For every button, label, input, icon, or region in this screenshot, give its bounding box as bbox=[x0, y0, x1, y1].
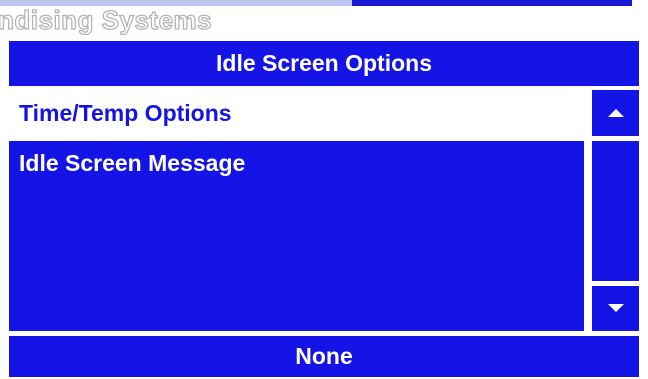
page-title: Idle Screen Options bbox=[9, 41, 639, 86]
menu-item-time-temp-options[interactable]: Time/Temp Options bbox=[9, 86, 584, 140]
scroll-up-button[interactable] bbox=[592, 90, 639, 136]
top-strip-dark-segment bbox=[352, 0, 632, 6]
triangle-up-icon bbox=[608, 109, 624, 117]
menu-item-idle-screen-message[interactable]: Idle Screen Message bbox=[9, 141, 584, 331]
scroll-down-button[interactable] bbox=[592, 286, 639, 331]
selected-value-display[interactable]: None bbox=[9, 336, 639, 377]
scroll-track[interactable] bbox=[592, 141, 639, 281]
idle-screen-options-screen: ndising Systems Idle Screen Options Time… bbox=[0, 0, 648, 379]
brand-text: ndising Systems bbox=[0, 4, 213, 35]
triangle-down-icon bbox=[608, 304, 624, 312]
